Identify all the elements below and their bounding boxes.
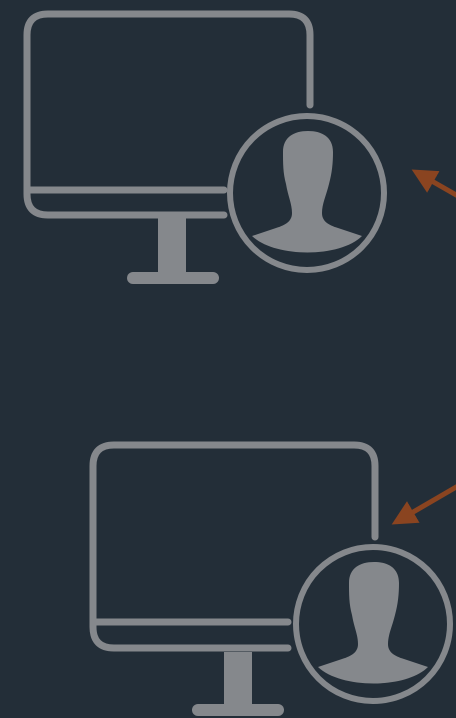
network-diagram xyxy=(23,10,456,716)
computer-user-node-bottom xyxy=(89,441,453,716)
arrow-icon xyxy=(411,169,456,198)
arrow-icon xyxy=(391,484,456,525)
computer-user-node-top xyxy=(23,10,387,284)
user-avatar-icon xyxy=(293,544,453,704)
user-avatar-icon xyxy=(227,113,387,273)
